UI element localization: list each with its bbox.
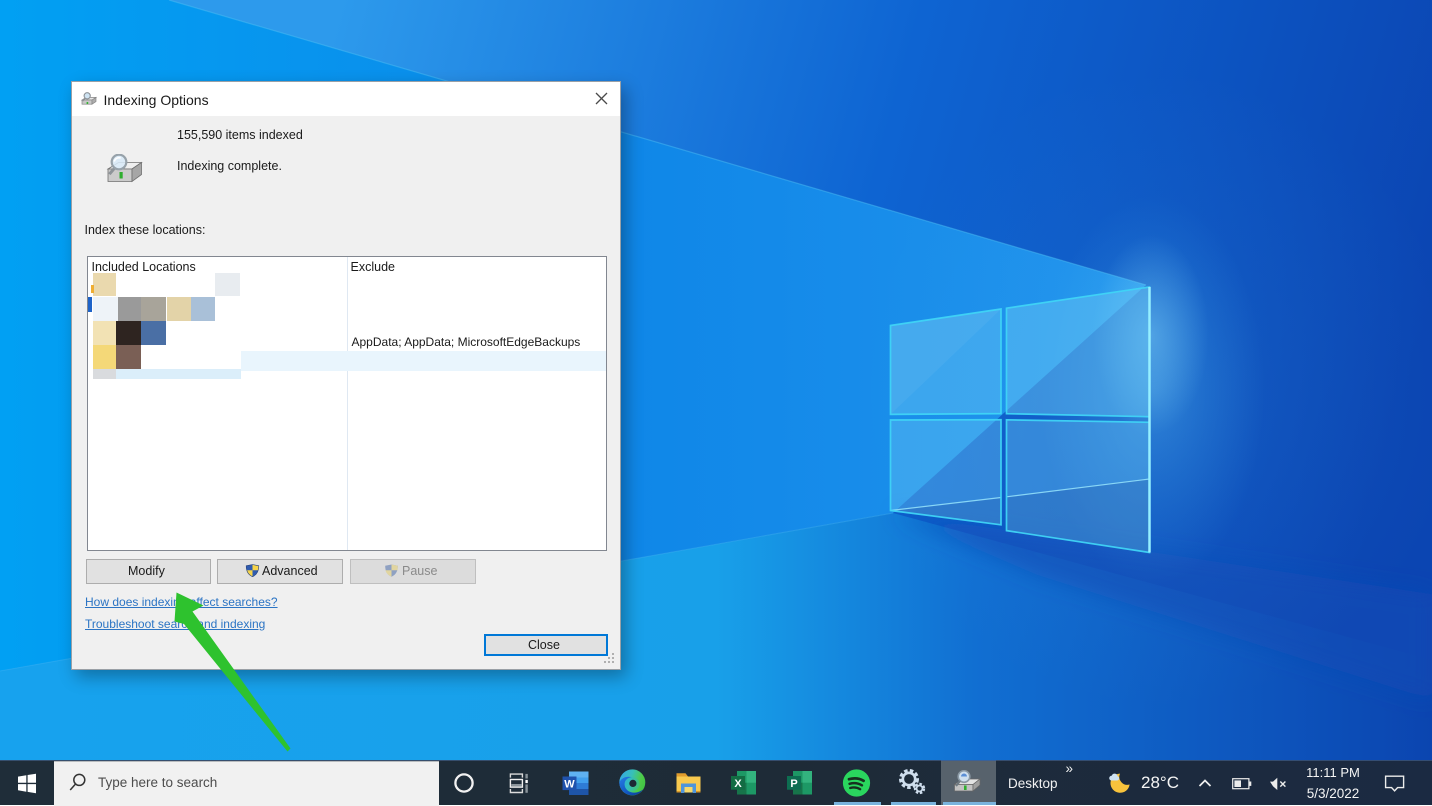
svg-text:X: X — [734, 778, 742, 790]
svg-text:P: P — [790, 778, 797, 790]
svg-text:W: W — [564, 778, 575, 790]
